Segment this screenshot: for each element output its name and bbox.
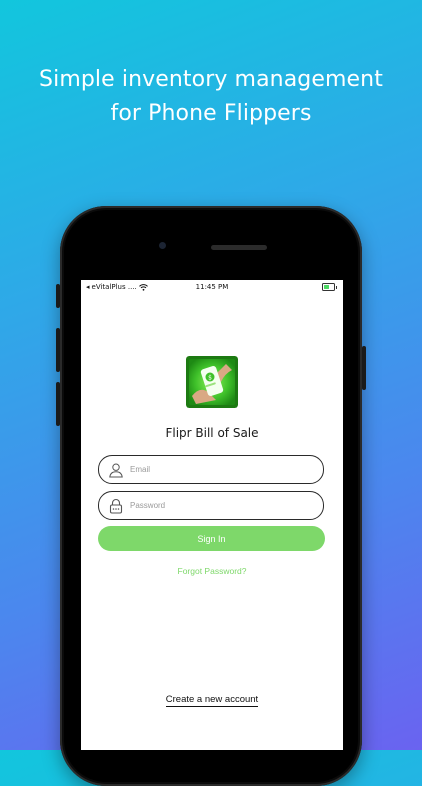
forgot-password-link[interactable]: Forgot Password? [81,566,343,576]
app-screen: ◂ eVitalPlus .... 11:45 PM $ Flipr Bill … [81,280,343,750]
phone-volume-down [56,382,60,426]
battery-icon [322,283,337,291]
earpiece-speaker [211,245,267,250]
lock-icon [109,498,123,514]
user-icon [109,462,123,477]
headline: Simple inventory management for Phone Fl… [0,63,422,131]
phone-power-button [362,346,366,390]
headline-line-2: for Phone Flippers [110,101,312,126]
app-logo: $ [186,356,238,408]
email-field[interactable] [98,455,324,484]
app-title: Flipr Bill of Sale [165,426,259,440]
headline-line-1: Simple inventory management [39,67,383,92]
phone-mute-switch [56,284,60,308]
password-field[interactable] [98,491,324,520]
status-time: 11:45 PM [195,283,229,291]
svg-text:$: $ [208,375,212,382]
battery-tip [335,285,337,289]
battery-fill [324,285,330,289]
password-input[interactable] [130,501,310,510]
front-camera [159,242,166,249]
create-account-link-wrap[interactable]: Create a new account [81,694,343,707]
phone-volume-up [56,328,60,372]
create-account-link[interactable]: Create a new account [165,694,259,707]
email-input[interactable] [130,465,310,474]
status-bar: ◂ eVitalPlus .... 11:45 PM [81,280,343,294]
sign-in-button[interactable]: Sign In [98,526,325,551]
